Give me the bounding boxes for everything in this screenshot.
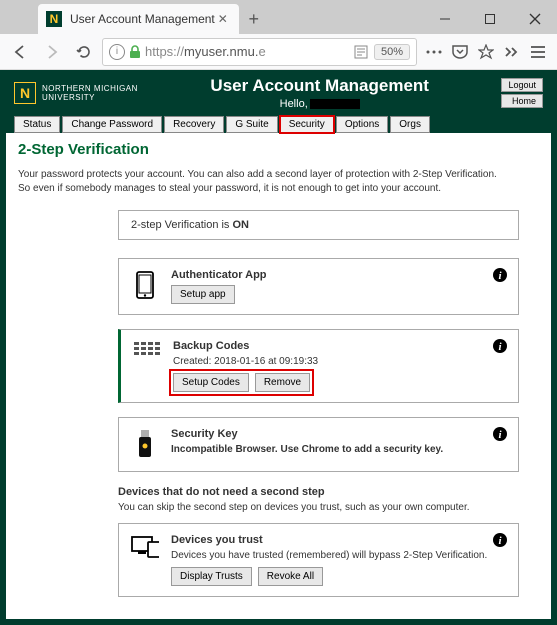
setup-app-button[interactable]: Setup app: [171, 285, 235, 304]
back-button[interactable]: [6, 38, 34, 66]
tab-change-password[interactable]: Change Password: [62, 116, 162, 133]
tab-options[interactable]: Options: [336, 116, 388, 133]
security-key-card: Security Key Incompatible Browser. Use C…: [118, 417, 519, 472]
info-icon[interactable]: i: [492, 338, 508, 354]
favicon: N: [46, 11, 62, 27]
authenticator-card: Authenticator App Setup app i: [118, 258, 519, 315]
security-key-msg: Incompatible Browser. Use Chrome to add …: [171, 444, 506, 455]
tab-orgs[interactable]: Orgs: [390, 116, 430, 133]
nmu-logo: N: [14, 82, 36, 104]
usb-key-icon: [131, 428, 159, 458]
tab-close-icon[interactable]: ✕: [215, 11, 231, 27]
window-close-button[interactable]: [512, 4, 557, 34]
site-header: N NORTHERN MICHIGAN UNIVERSITY User Acco…: [6, 70, 551, 116]
hello-text: Hello,: [138, 98, 502, 110]
backup-codes-card: Backup Codes Created: 2018-01-16 at 09:1…: [118, 329, 519, 403]
devices-sub: You can skip the second step on devices …: [118, 502, 519, 513]
reader-mode-icon[interactable]: [352, 45, 370, 59]
tab-g-suite[interactable]: G Suite: [226, 116, 277, 133]
authenticator-title: Authenticator App: [171, 269, 506, 281]
remove-codes-button[interactable]: Remove: [255, 373, 310, 392]
toolbar-overflow-icon[interactable]: [503, 43, 521, 61]
url-text: https://myuser.nmu.e: [145, 44, 348, 59]
site-title: User Account Management: [138, 76, 502, 96]
trusted-devices-sub: Devices you have trusted (remembered) wi…: [171, 550, 506, 561]
site-info-icon[interactable]: i: [109, 44, 125, 60]
redacted-username: [310, 99, 360, 109]
pocket-icon[interactable]: [451, 43, 469, 61]
status-text: 2-step Verification is ON: [131, 219, 249, 231]
browser-toolbar: i https://myuser.nmu.e 50%: [0, 34, 557, 70]
devices-heading: Devices that do not need a second step: [118, 486, 519, 498]
hamburger-menu-icon[interactable]: [529, 43, 547, 61]
info-icon[interactable]: i: [492, 267, 508, 283]
phone-icon: [131, 269, 159, 299]
revoke-all-button[interactable]: Revoke All: [258, 567, 323, 586]
trusted-devices-card: Devices you trust Devices you have trust…: [118, 523, 519, 597]
logout-button[interactable]: Logout: [501, 78, 543, 92]
tab-status[interactable]: Status: [14, 116, 60, 133]
security-key-title: Security Key: [171, 428, 506, 440]
page-title: 2-Step Verification: [18, 141, 539, 158]
bookmark-star-icon[interactable]: [477, 43, 495, 61]
window-minimize-button[interactable]: [422, 4, 467, 34]
address-bar[interactable]: i https://myuser.nmu.e 50%: [102, 38, 417, 66]
reload-button[interactable]: [70, 38, 98, 66]
devices-icon: [131, 534, 159, 558]
trusted-devices-title: Devices you trust: [171, 534, 506, 546]
display-trusts-button[interactable]: Display Trusts: [171, 567, 252, 586]
new-tab-button[interactable]: +: [239, 4, 269, 34]
window-maximize-button[interactable]: [467, 4, 512, 34]
info-icon[interactable]: i: [492, 532, 508, 548]
backup-created-text: Created: 2018-01-16 at 09:19:33: [173, 356, 506, 367]
tab-security[interactable]: Security: [280, 116, 334, 133]
intro-text: Your password protects your account. You…: [18, 168, 539, 196]
browser-tab[interactable]: N User Account Management ✕: [38, 4, 239, 34]
page: N NORTHERN MICHIGAN UNIVERSITY User Acco…: [0, 70, 557, 625]
tab-recovery[interactable]: Recovery: [164, 116, 224, 133]
backup-codes-title: Backup Codes: [173, 340, 506, 352]
lock-icon: [129, 45, 141, 59]
backup-buttons-highlighted: Setup Codes Remove: [173, 373, 310, 392]
tab-title: User Account Management: [70, 12, 215, 26]
content-area: 2-Step Verification Your password protec…: [6, 133, 551, 619]
setup-codes-button[interactable]: Setup Codes: [173, 373, 249, 392]
university-name: NORTHERN MICHIGAN UNIVERSITY: [42, 84, 138, 102]
codes-grid-icon: [133, 340, 161, 360]
window-titlebar: N User Account Management ✕ +: [0, 0, 557, 34]
nav-tabs: Status Change Password Recovery G Suite …: [6, 116, 551, 133]
home-button[interactable]: Home: [501, 94, 543, 108]
forward-button: [38, 38, 66, 66]
verification-status-card: 2-step Verification is ON: [118, 210, 519, 240]
more-dots-icon[interactable]: [425, 43, 443, 61]
info-icon[interactable]: i: [492, 426, 508, 442]
zoom-badge[interactable]: 50%: [374, 44, 410, 60]
